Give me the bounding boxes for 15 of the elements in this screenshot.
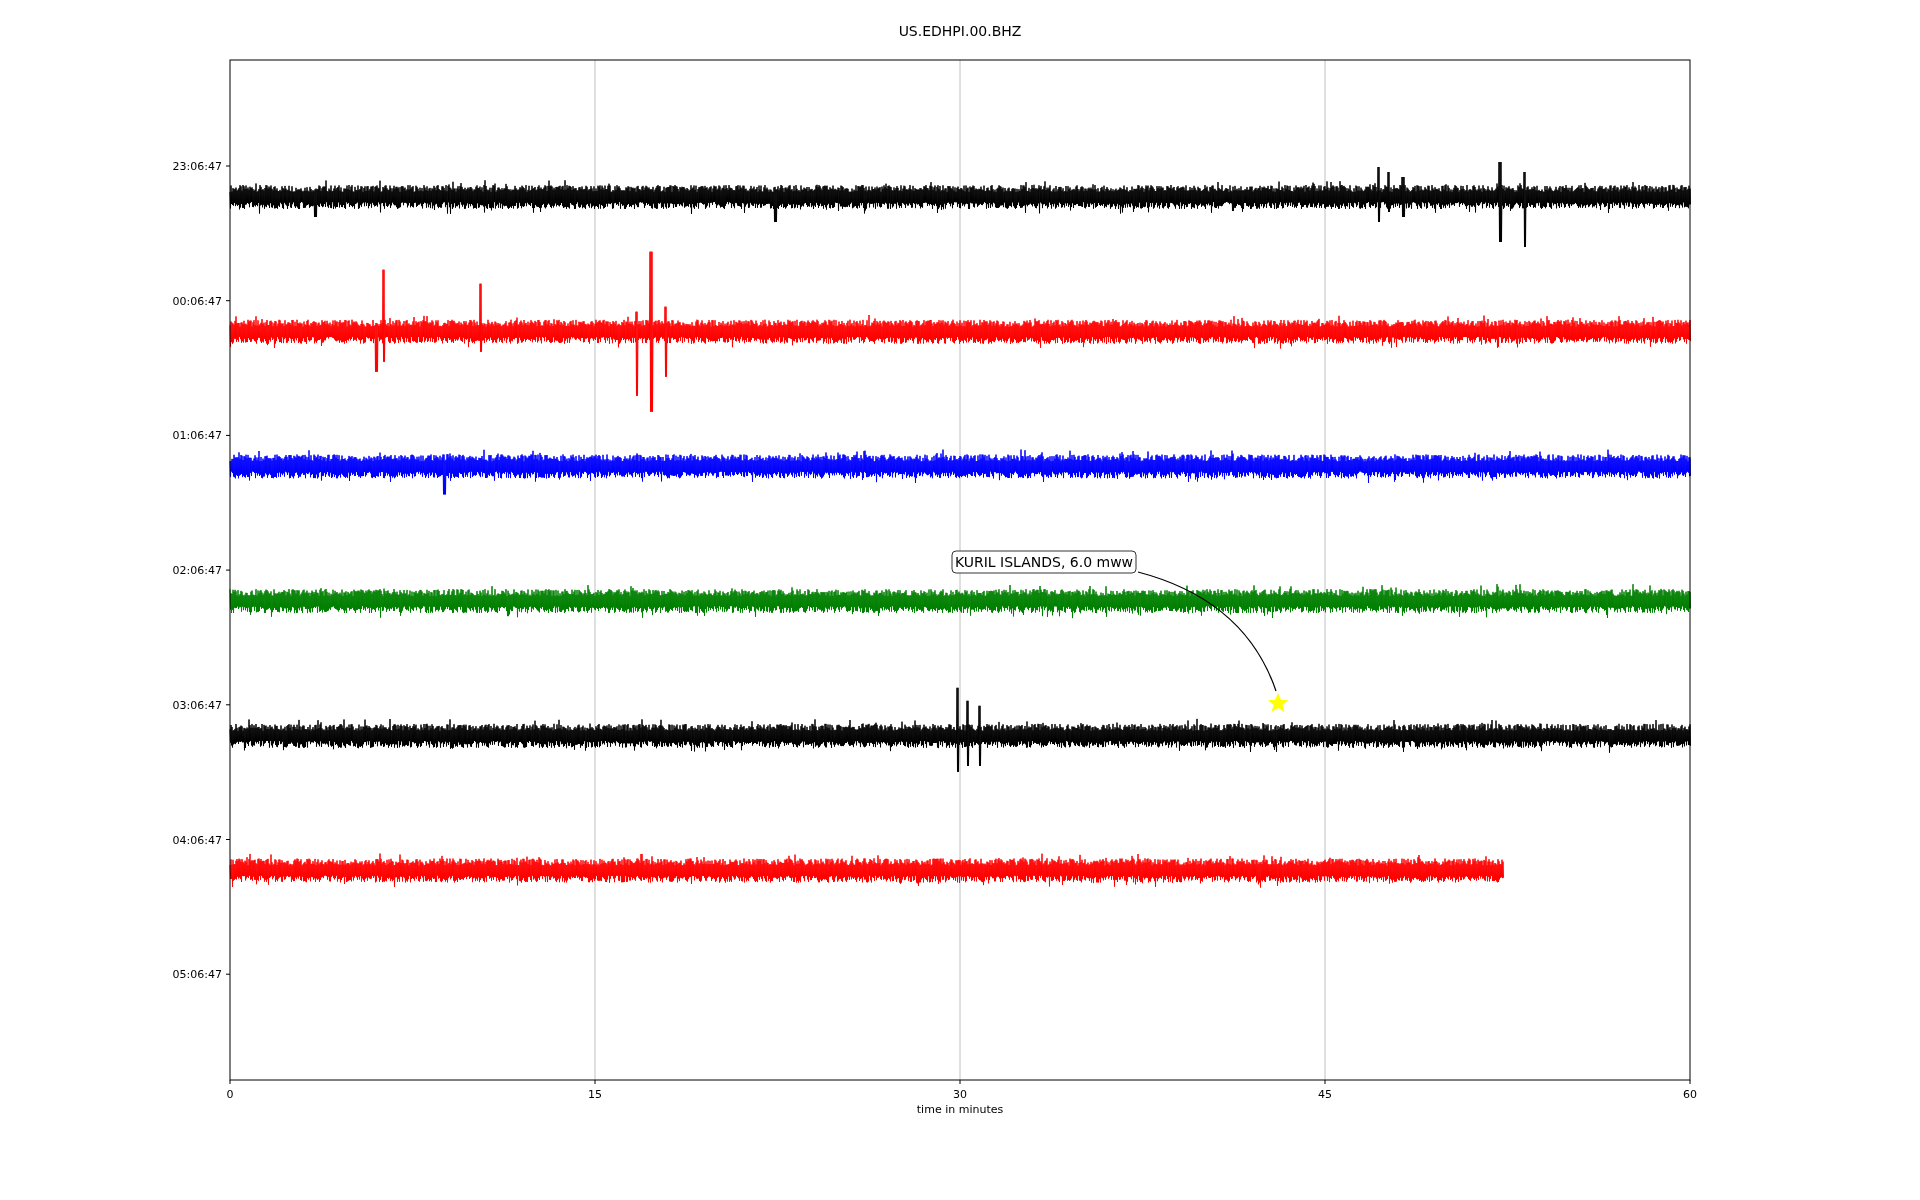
y-tick-label: 00:06:47 (172, 294, 222, 308)
y-tick-label: 05:06:47 (172, 968, 222, 982)
y-tick-label: 03:06:47 (172, 698, 222, 712)
annotation-label: KURIL ISLANDS, 6.0 mww (951, 550, 1137, 574)
x-tick-label: 60 (1683, 1088, 1697, 1101)
x-tick-label: 45 (1318, 1088, 1332, 1101)
chart-title: US.EDHPI.00.BHZ (898, 22, 1022, 40)
x-tick-label: 30 (953, 1088, 967, 1101)
x-tick-label: 15 (588, 1088, 602, 1101)
y-tick-label: 23:06:47 (172, 160, 222, 173)
y-tick-label: 04:06:47 (172, 833, 222, 847)
y-tick-label: 01:06:47 (172, 429, 222, 443)
y-tick-label: 02:06:47 (172, 564, 222, 578)
axis-label: time in minutes (916, 1103, 1004, 1116)
x-tick-label: 0 (226, 1088, 234, 1101)
